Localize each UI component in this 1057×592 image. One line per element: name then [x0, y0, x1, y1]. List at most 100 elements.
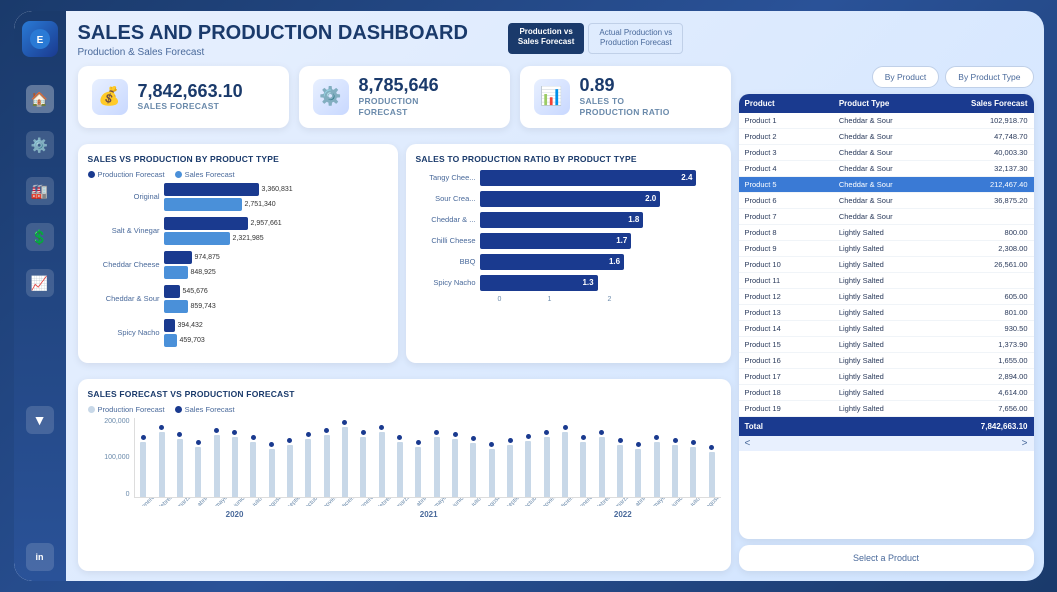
- y-label-200k: 200,000: [88, 418, 130, 425]
- bar-val-sales-salt: 2,321,985: [233, 235, 264, 242]
- nav-arrow-right[interactable]: >: [1022, 438, 1028, 449]
- forecast-bar-prod: [250, 442, 256, 497]
- table-row[interactable]: Product 18 Lightly Salted 4,614.00: [739, 385, 1034, 401]
- td-forecast: 32,137.30: [933, 164, 1027, 173]
- td-forecast: 47,748.70: [933, 132, 1027, 141]
- forecast-bar-prod: [287, 445, 293, 497]
- h-bar-fill-spicy2: 1.3: [480, 275, 598, 291]
- td-forecast: 102,918.70: [933, 116, 1027, 125]
- forecast-bar-prod: [360, 437, 366, 497]
- bar-sales-cheddar-sour: [164, 300, 188, 313]
- forecast-dot: [544, 430, 549, 435]
- td-type: Lightly Salted: [839, 292, 933, 301]
- x-tick-0: 0: [480, 296, 520, 303]
- nav-arrow-left[interactable]: <: [745, 438, 751, 449]
- td-type: Lightly Salted: [839, 404, 933, 413]
- main-container: E 🏠 ⚙️ 🏭 💲 📈 ▼ in SALES AND PRODUCTION D…: [14, 11, 1044, 581]
- bar-val-sales-cheddar-sour: 859,743: [191, 303, 216, 310]
- x-label: agosto: [706, 498, 721, 506]
- forecast-dot: [471, 436, 476, 441]
- forecast-bar-group: [685, 440, 702, 497]
- h-bar-fill-chilli: 1.7: [480, 233, 632, 249]
- legend-production: Production Forecast: [88, 170, 165, 179]
- x-label: mayo: [432, 498, 448, 506]
- table-row[interactable]: Product 3 Cheddar & Sour 40,003.30: [739, 145, 1034, 161]
- sidebar-item-filter[interactable]: ▼: [26, 406, 54, 434]
- x-label: abril: [414, 498, 430, 506]
- bar-row-cheddar-sour: Cheddar & Sour 545,676 859,743: [88, 285, 388, 313]
- table-row[interactable]: Product 11 Lightly Salted: [739, 273, 1034, 289]
- forecast-bar-group: [520, 434, 537, 497]
- th-type: Product Type: [839, 99, 933, 108]
- forecast-bar-group: [648, 435, 665, 497]
- tab-actual-vs-forecast[interactable]: Actual Production vsProduction Forecast: [588, 23, 683, 54]
- x-label: octub...: [304, 498, 320, 506]
- table-row[interactable]: Product 6 Cheddar & Sour 36,875.20: [739, 193, 1034, 209]
- table-row[interactable]: Product 10 Lightly Salted 26,561.00: [739, 257, 1034, 273]
- kpi-row: 💰 7,842,663.10 SALES FORECAST ⚙️ 8,785,6…: [78, 66, 731, 128]
- ratio-x-axis: 0 1 2: [416, 296, 721, 303]
- product-table: Product Product Type Sales Forecast Prod…: [739, 94, 1034, 539]
- tab-production-vs-sales[interactable]: Production vsSales Forecast: [508, 23, 584, 54]
- h-bar-label-sour: Sour Crea...: [416, 194, 476, 203]
- sidebar-item-factory[interactable]: 🏭: [26, 177, 54, 205]
- btn-by-product-type[interactable]: By Product Type: [945, 66, 1033, 88]
- td-product: Product 9: [745, 244, 839, 253]
- table-row[interactable]: Product 12 Lightly Salted 605.00: [739, 289, 1034, 305]
- forecast-dot: [177, 432, 182, 437]
- x-label: marzo: [396, 498, 412, 506]
- forecast-dot: [361, 430, 366, 435]
- table-row[interactable]: Product 19 Lightly Salted 7,656.00: [739, 401, 1034, 417]
- x-label: dicien...: [560, 498, 576, 506]
- kpi-sales-icon: 💰: [92, 79, 128, 115]
- h-bar-val-sour: 2.0: [645, 194, 656, 203]
- h-bar-row-chilli: Chilli Cheese 1.7: [416, 233, 721, 249]
- h-bar-val-tangy: 2.4: [681, 173, 692, 182]
- bar-label-cheddar: Cheddar Cheese: [88, 260, 160, 269]
- forecast-dot: [196, 440, 201, 445]
- forecast-bar-prod: [562, 432, 568, 497]
- forecast-dot: [416, 440, 421, 445]
- bar-row-spicy: Spicy Nacho 394,432 459,703: [88, 319, 388, 347]
- bar-wrap-sales-salt: 2,321,985: [164, 232, 388, 245]
- x-label: enero: [578, 498, 594, 506]
- table-row[interactable]: Product 1 Cheddar & Sour 102,918.70: [739, 113, 1034, 129]
- sidebar-item-home[interactable]: 🏠: [26, 85, 54, 113]
- bar-wrap-sales-cheddar: 848,925: [164, 266, 388, 279]
- td-forecast: 26,561.00: [933, 260, 1027, 269]
- forecast-bar-group: [336, 420, 353, 497]
- h-bar-val-bbq: 1.6: [609, 257, 620, 266]
- forecast-dot: [581, 435, 586, 440]
- table-row[interactable]: Product 9 Lightly Salted 2,308.00: [739, 241, 1034, 257]
- legend-label-sales-forecast: Sales Forecast: [185, 405, 235, 414]
- h-bar-fill-bbq: 1.6: [480, 254, 625, 270]
- sidebar-item-finance[interactable]: 💲: [26, 223, 54, 251]
- td-forecast: 1,655.00: [933, 356, 1027, 365]
- bar-sales-cheddar: [164, 266, 188, 279]
- table-row[interactable]: Product 13 Lightly Salted 801.00: [739, 305, 1034, 321]
- btn-by-product[interactable]: By Product: [872, 66, 940, 88]
- select-product-bar[interactable]: Select a Product: [739, 545, 1034, 571]
- sidebar-item-analytics[interactable]: 📈: [26, 269, 54, 297]
- forecast-bar-group: [263, 442, 280, 497]
- table-row[interactable]: Product 14 Lightly Salted 930.50: [739, 321, 1034, 337]
- table-row[interactable]: Product 8 Lightly Salted 800.00: [739, 225, 1034, 241]
- td-forecast: 605.00: [933, 292, 1027, 301]
- bar-row-salt: Salt & Vinegar 2,957,661 2,321,985: [88, 217, 388, 245]
- h-bar-val-chilli: 1.7: [616, 236, 627, 245]
- td-product: Product 5: [745, 180, 839, 189]
- table-row[interactable]: Product 4 Cheddar & Sour 32,137.30: [739, 161, 1034, 177]
- table-row[interactable]: Product 15 Lightly Salted 1,373.90: [739, 337, 1034, 353]
- h-bar-outer-spicy2: 1.3: [480, 275, 721, 291]
- sidebar-item-linkedin[interactable]: in: [26, 543, 54, 571]
- table-row[interactable]: Product 17 Lightly Salted 2,894.00: [739, 369, 1034, 385]
- sidebar-item-settings[interactable]: ⚙️: [26, 131, 54, 159]
- table-row[interactable]: Product 5 Cheddar & Sour 212,467.40: [739, 177, 1034, 193]
- table-header: Product Product Type Sales Forecast: [739, 94, 1034, 113]
- bar-wrap-prod-cheddar-sour: 545,676: [164, 285, 388, 298]
- h-bar-row-cheddar2: Cheddar & ... 1.8: [416, 212, 721, 228]
- kpi-sales-value: 7,842,663.10: [138, 82, 243, 102]
- table-row[interactable]: Product 16 Lightly Salted 1,655.00: [739, 353, 1034, 369]
- table-row[interactable]: Product 7 Cheddar & Sour: [739, 209, 1034, 225]
- table-row[interactable]: Product 2 Cheddar & Sour 47,748.70: [739, 129, 1034, 145]
